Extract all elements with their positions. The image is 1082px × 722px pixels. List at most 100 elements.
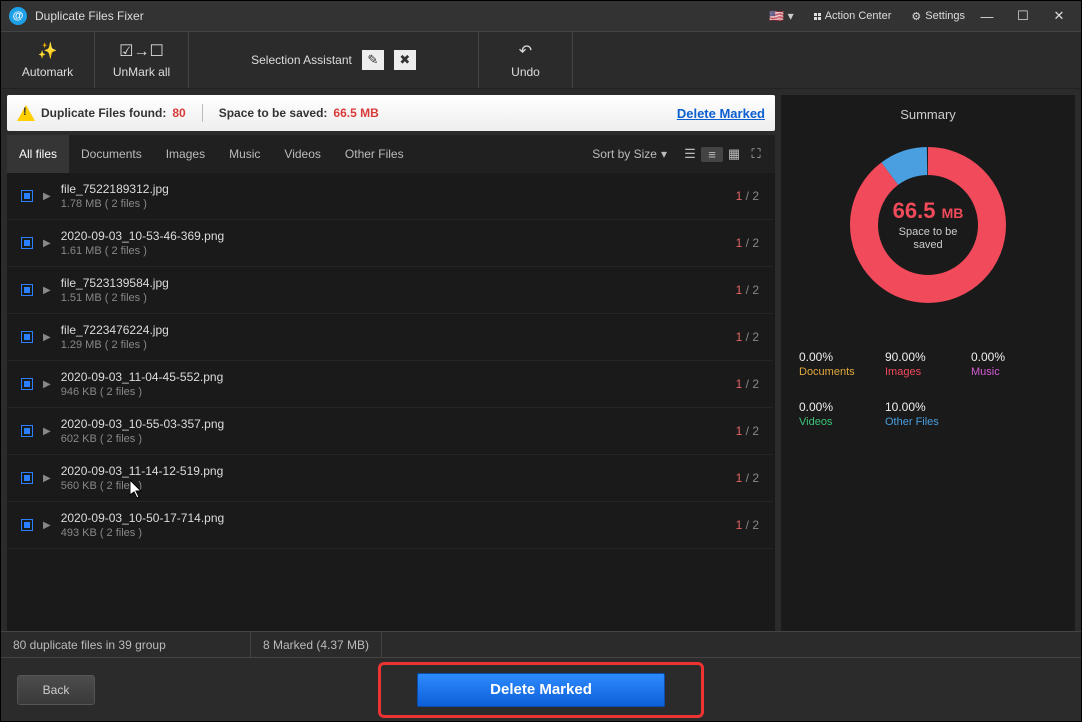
summary-stat: 0.00%Music [971,350,1057,378]
file-row[interactable]: ▶ 2020-09-03_10-50-17-714.png 493 KB ( 2 f… [7,502,773,549]
tab-all-files[interactable]: All files [7,135,69,173]
sort-dropdown[interactable]: Sort by Size ▾ [592,147,667,161]
file-name: file_7523139584.jpg [61,276,726,290]
stat-label: Documents [799,366,885,378]
file-checkbox[interactable] [21,284,33,296]
file-checkbox[interactable] [21,378,33,390]
found-count: 80 [172,106,185,120]
file-checkbox[interactable] [21,190,33,202]
file-checkbox[interactable] [21,472,33,484]
status-marked: 8 Marked (4.37 MB) [251,632,382,658]
tab-images[interactable]: Images [154,135,217,173]
tab-other-files[interactable]: Other Files [333,135,416,173]
stat-label: Images [885,366,971,378]
unmark-all-label: UnMark all [113,65,170,79]
file-name: 2020-09-03_11-04-45-552.png [61,370,726,384]
expand-arrow-icon[interactable]: ▶ [43,426,51,437]
summary-stats: 0.00%Documents90.00%Images0.00%Music0.00… [793,350,1063,428]
tab-music[interactable]: Music [217,135,272,173]
file-count: 1 / 2 [736,283,759,297]
expand-arrow-icon[interactable]: ▶ [43,473,51,484]
file-list[interactable]: ▶file_7522189312.jpg1.78 MB ( 2 files )1… [7,173,775,631]
bottom-bar: Back Delete Marked [1,657,1081,721]
file-checkbox[interactable] [21,425,33,437]
space-value: 66.5 MB [333,106,378,120]
summary-stat: 10.00%Other Files [885,400,971,428]
status-groups: 80 duplicate files in 39 group [1,632,251,658]
settings-menu[interactable]: ⚙ Settings [911,10,965,23]
file-name: 2020-09-03_10-50-17-714.png [61,511,726,525]
file-count: 1 / 2 [736,236,759,250]
settings-label: Settings [925,10,965,22]
sort-label: Sort by Size [592,147,657,161]
file-checkbox[interactable] [21,519,33,531]
expand-arrow-icon[interactable]: ▶ [43,520,51,531]
checkbox-arrow-icon: ☑→☐ [119,41,164,61]
filter-tabs: All files Documents Images Music Videos … [7,135,775,173]
close-button[interactable]: ✕ [1045,8,1073,24]
expand-arrow-icon[interactable]: ▶ [43,238,51,249]
delete-marked-link[interactable]: Delete Marked [677,106,765,121]
file-name: 2020-09-03_11-14-12-519.png [61,464,726,478]
summary-title: Summary [793,107,1063,122]
file-row[interactable]: ▶2020-09-03_10-53-46-369.png1.61 MB ( 2 … [7,220,773,267]
grid-icon [814,13,821,20]
file-name: file_7522189312.jpg [61,182,726,196]
chevron-down-icon: ▾ [661,147,667,161]
undo-button[interactable]: ↶ Undo [479,32,573,88]
undo-label: Undo [511,65,540,79]
wand-icon: ✨ [38,41,58,61]
file-count: 1 / 2 [736,518,759,532]
info-banner: Duplicate Files found: 80 Space to be sa… [7,95,775,131]
status-bar: 80 duplicate files in 39 group 8 Marked … [1,631,1081,657]
app-title: Duplicate Files Fixer [35,9,761,23]
file-row[interactable]: ▶file_7523139584.jpg1.51 MB ( 2 files )1… [7,267,773,314]
file-row[interactable]: ▶file_7522189312.jpg1.78 MB ( 2 files )1… [7,173,773,220]
file-meta: 1.29 MB ( 2 files ) [61,339,726,351]
selection-assistant-label: Selection Assistant [251,53,352,67]
expand-arrow-icon[interactable]: ▶ [43,379,51,390]
unmark-all-button[interactable]: ☑→☐ UnMark all [95,32,189,88]
delete-highlight: Delete Marked [378,662,704,718]
file-row[interactable]: ▶2020-09-03_10-55-03-357.png602 KB ( 2 f… [7,408,773,455]
view-grid-icon[interactable]: ▦ [723,146,745,162]
donut-unit: MB [942,205,964,221]
file-row[interactable]: ▶ 2020-09-03_11-04-45-552.png 946 KB ( 2 f… [7,361,773,408]
file-count: 1 / 2 [736,471,759,485]
tab-videos[interactable]: Videos [272,135,332,173]
stat-percent: 90.00% [885,350,971,364]
found-label: Duplicate Files found: [41,106,166,120]
file-checkbox[interactable] [21,237,33,249]
file-count: 1 / 2 [736,330,759,344]
selection-tool-2-button[interactable]: ✖ [394,50,416,70]
back-button[interactable]: Back [17,675,95,705]
expand-arrow-icon[interactable]: ▶ [43,191,51,202]
file-checkbox[interactable] [21,331,33,343]
title-bar: @ Duplicate Files Fixer 🇺🇸 ▾ Action Cent… [1,1,1081,31]
file-meta: 493 KB ( 2 files ) [61,527,726,539]
file-row[interactable]: ▶ 2020-09-03_11-14-12-519.png 560 KB ( 2 f… [7,455,773,502]
file-name: 2020-09-03_10-55-03-357.png [61,417,726,431]
automark-button[interactable]: ✨ Automark [1,32,95,88]
tab-documents[interactable]: Documents [69,135,154,173]
minimize-button[interactable]: — [973,9,1001,24]
summary-stat: 0.00%Documents [799,350,885,378]
warning-icon [17,105,35,121]
selection-tool-1-button[interactable]: ✎ [362,50,384,70]
delete-marked-button[interactable]: Delete Marked [417,673,665,707]
expand-arrow-icon[interactable]: ▶ [43,285,51,296]
action-center-menu[interactable]: Action Center [814,10,892,22]
language-flag-icon[interactable]: 🇺🇸 ▾ [769,9,793,23]
undo-icon: ↶ [519,41,532,61]
donut-value: 66.5 [893,198,936,223]
fullscreen-icon[interactable]: ⛶ [745,146,767,162]
file-row[interactable]: ▶file_7223476224.jpg1.29 MB ( 2 files )1… [7,314,773,361]
view-list-icon[interactable]: ☰ [679,146,701,162]
summary-panel: Summary 66.5 MB Space to besaved 0.00%Do… [781,95,1075,631]
expand-arrow-icon[interactable]: ▶ [43,332,51,343]
view-detail-icon[interactable]: ≡ [701,147,723,162]
mouse-cursor-icon [130,480,146,500]
file-meta: 560 KB ( 2 files ) [61,480,726,492]
file-meta: 946 KB ( 2 files ) [61,386,726,398]
maximize-button[interactable]: ☐ [1009,8,1037,24]
